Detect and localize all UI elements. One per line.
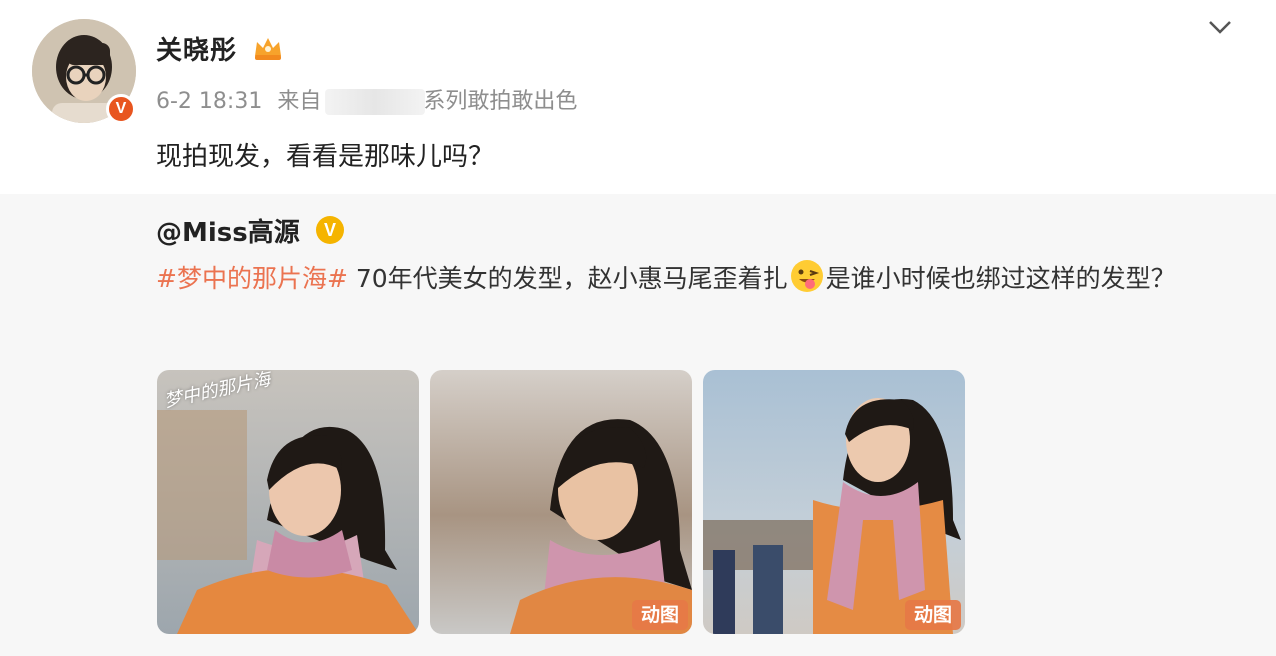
retweet-text-part2: 是谁小时候也绑过这样的发型？ (825, 264, 1176, 293)
retweet-text: #梦中的那片海# 70年代美女的发型，赵小惠马尾歪着扎 是谁小时候也绑过这样的发… (156, 256, 1236, 301)
hashtag-link[interactable]: #梦中的那片海# (156, 264, 348, 293)
post-header: V 关晓彤 6-2 18:31 来自 系列敢拍敢出色 现拍现发，看看是那味儿吗？ (0, 0, 1276, 192)
verified-badge: V (106, 94, 136, 124)
post-meta: 6-2 18:31 来自 系列敢拍敢出色 (156, 83, 577, 115)
gold-verified-icon: V (316, 216, 344, 244)
gif-badge: 动图 (631, 600, 688, 630)
source-prefix: 来自 (277, 89, 322, 114)
post-time[interactable]: 6-2 18:31 (156, 89, 262, 114)
image-thumbnail-2[interactable]: 动图 (430, 370, 692, 634)
image-thumbnail-3[interactable]: 动图 (703, 370, 965, 634)
retweet-author[interactable]: @Miss高源 (156, 212, 300, 249)
retweet-text-part1: 70年代美女的发型，赵小惠马尾歪着扎 (347, 264, 788, 293)
blurred-source (325, 89, 426, 115)
retweet-card[interactable]: @Miss高源 V #梦中的那片海# 70年代美女的发型，赵小惠马尾歪着扎 是谁… (0, 194, 1276, 656)
tongue-out-emoji-icon (790, 260, 823, 292)
author-name[interactable]: 关晓彤 (156, 30, 237, 67)
chevron-down-icon[interactable] (1206, 16, 1234, 38)
crown-icon[interactable] (252, 34, 284, 62)
image-thumbnail-1[interactable]: 梦中的那片海 (157, 370, 419, 634)
post-text: 现拍现发，看看是那味儿吗？ (156, 142, 495, 172)
source-suffix[interactable]: 系列敢拍敢出色 (423, 89, 577, 114)
gif-badge: 动图 (904, 600, 961, 630)
